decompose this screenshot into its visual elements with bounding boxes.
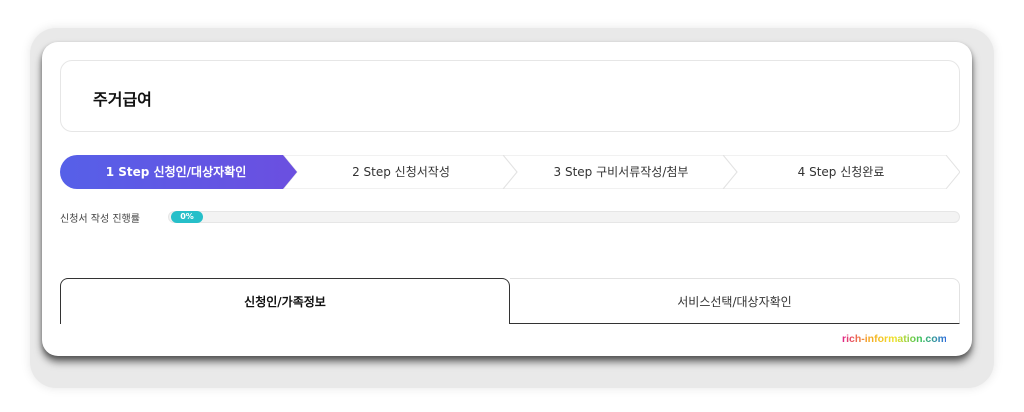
tab-applicant-family-info[interactable]: 신청인/가족정보 (60, 278, 510, 324)
title-box: 주거급여 (60, 60, 960, 132)
step-2[interactable]: 2 Step 신청서작성 (292, 155, 510, 189)
step-progress-bar: 1 Step 신청인/대상자확인 2 Step 신청서작성 3 Step 구비서… (60, 155, 960, 189)
form-tabs: 신청인/가족정보 서비스선택/대상자확인 (60, 278, 960, 324)
progress-percent: 0% (171, 211, 203, 223)
progress-label: 신청서 작성 진행률 (60, 214, 140, 225)
progress-row: 신청서 작성 진행률 0% (60, 209, 960, 225)
step-4[interactable]: 4 Step 신청완료 (732, 155, 950, 189)
step-3[interactable]: 3 Step 구비서류작성/첨부 (512, 155, 730, 189)
tab-service-selection[interactable]: 서비스선택/대상자확인 (510, 278, 960, 324)
progress-track: 0% (168, 211, 960, 223)
watermark-logo: rich-information.com (842, 333, 947, 345)
step-1[interactable]: 1 Step 신청인/대상자확인 (60, 155, 292, 189)
application-card: 주거급여 1 Step 신청인/대상자확인 2 Step 신청서작성 3 Ste… (42, 42, 972, 356)
watermark-text: rich-information.com (842, 333, 946, 345)
page-title: 주거급여 (93, 90, 152, 109)
watermark: rich-information.com (842, 331, 947, 348)
